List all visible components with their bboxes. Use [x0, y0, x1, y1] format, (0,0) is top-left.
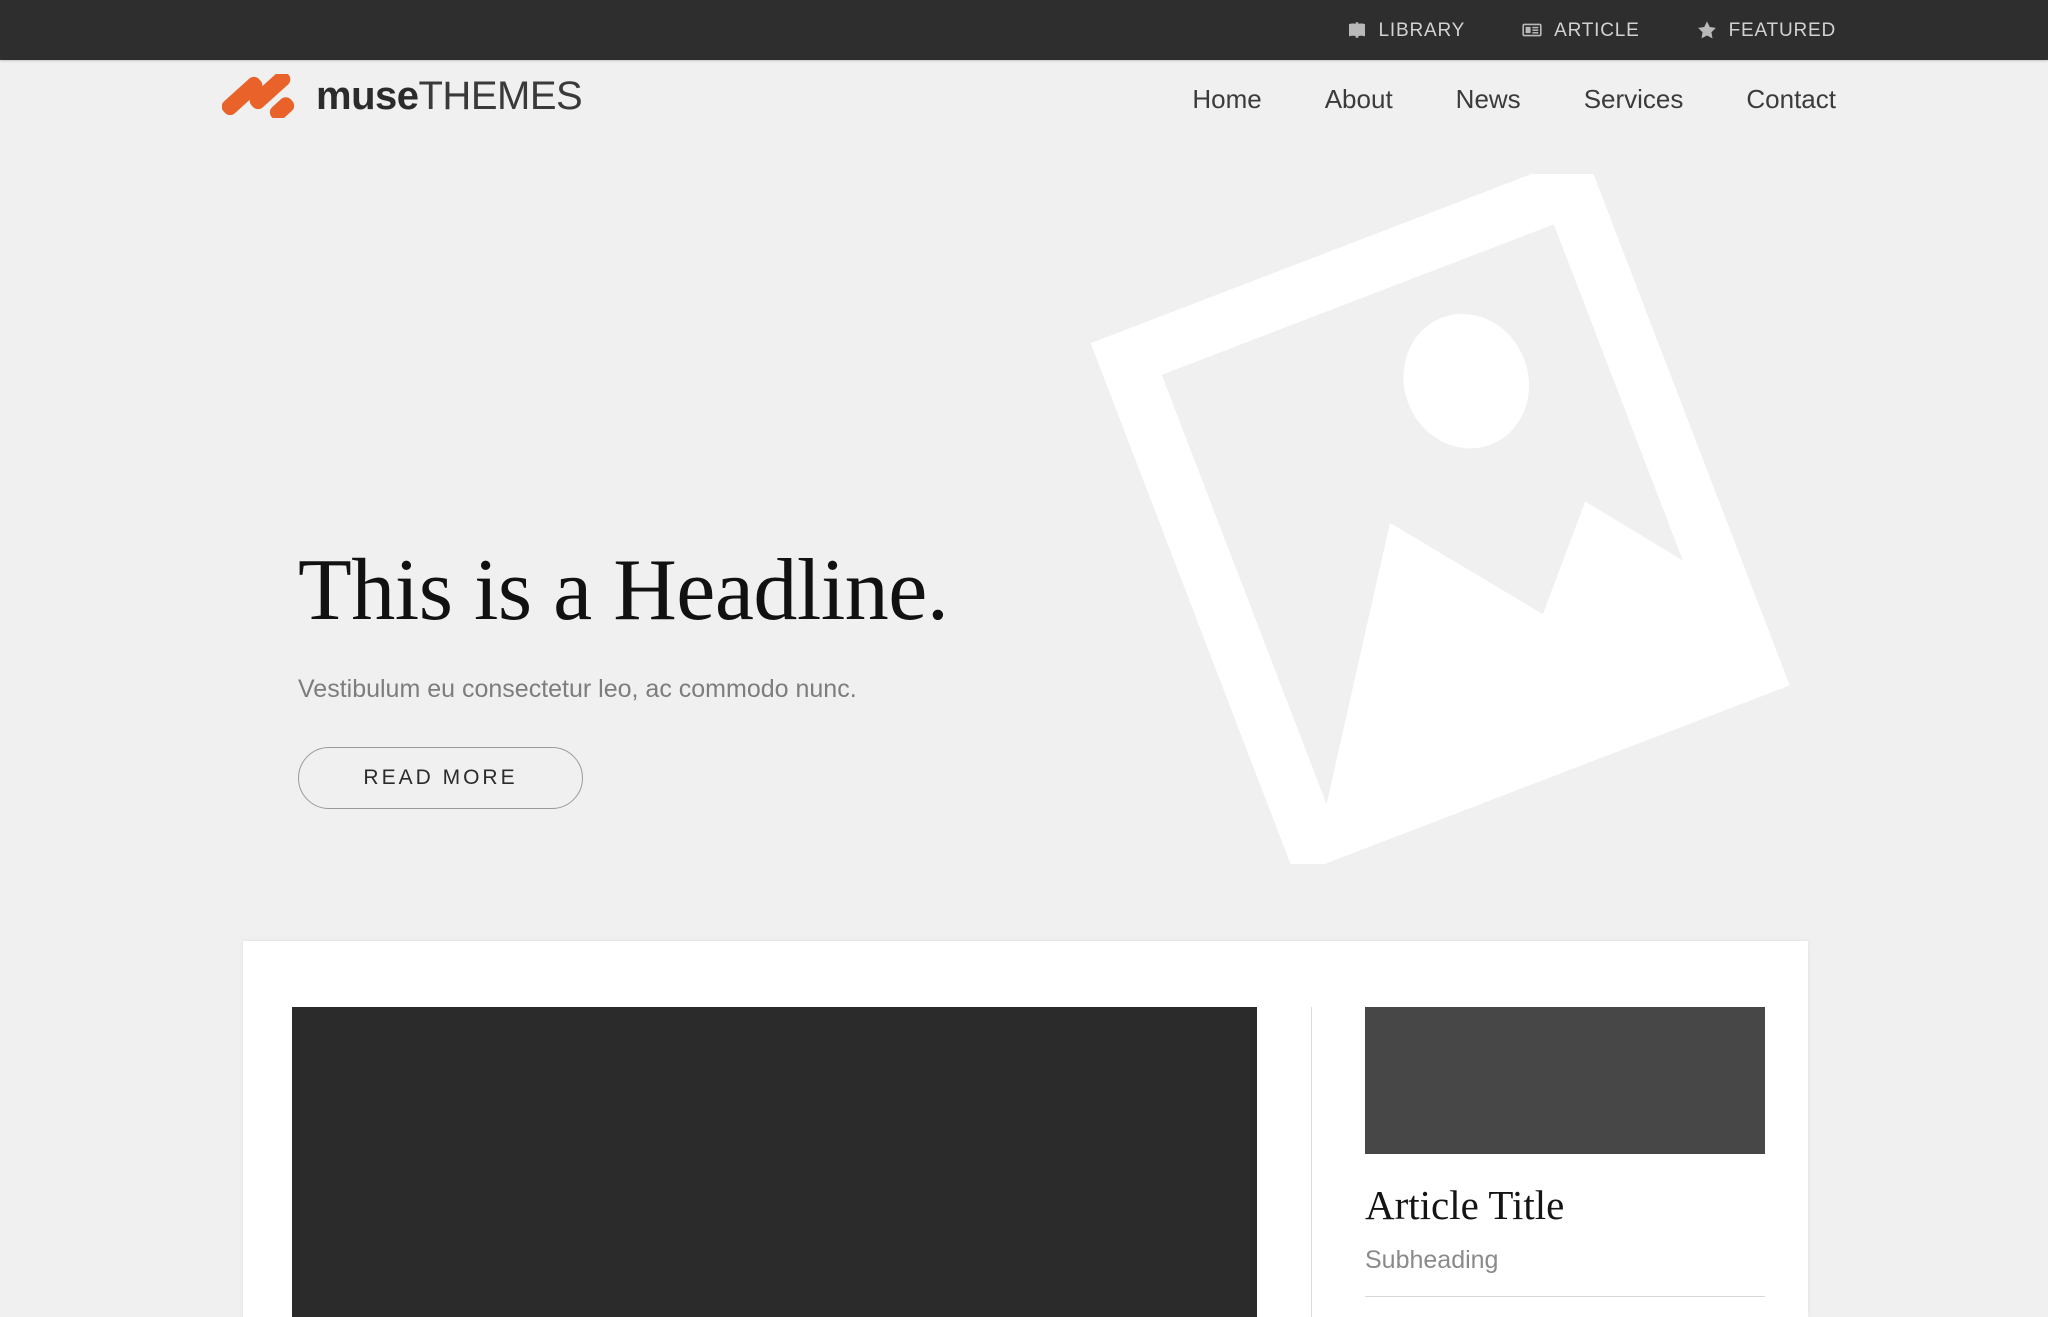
- book-icon: [1346, 19, 1368, 41]
- hero-subtext: Vestibulum eu consectetur leo, ac commod…: [298, 674, 857, 703]
- image-placeholder-icon: [1082, 174, 1802, 864]
- article-thumbnail-placeholder[interactable]: [1365, 1007, 1765, 1154]
- topbar-link-label: ARTICLE: [1554, 19, 1640, 41]
- topbar-link-library[interactable]: LIBRARY: [1346, 19, 1466, 41]
- article-title: Article Title: [1365, 1182, 1565, 1228]
- topbar-link-article[interactable]: ARTICLE: [1521, 19, 1640, 41]
- nav-item-home[interactable]: Home: [1192, 86, 1261, 112]
- hero-content: This is a Headline. Vestibulum eu consec…: [298, 542, 949, 810]
- topbar-link-label: LIBRARY: [1378, 19, 1466, 41]
- read-more-button[interactable]: READ MORE: [298, 747, 583, 810]
- article-column: Article Title Subheading: [1365, 1007, 1765, 1317]
- column-divider: [1311, 1007, 1312, 1317]
- newspaper-icon: [1521, 19, 1543, 41]
- nav-item-contact[interactable]: Contact: [1746, 86, 1836, 112]
- card-columns: Article Title Subheading: [292, 1007, 1765, 1317]
- hero-section: This is a Headline. Vestibulum eu consec…: [0, 60, 2048, 934]
- nav-item-services[interactable]: Services: [1584, 86, 1684, 112]
- feature-media-placeholder[interactable]: [292, 1007, 1257, 1317]
- topbar-link-featured[interactable]: FEATURED: [1696, 19, 1836, 41]
- feature-column: [292, 1007, 1257, 1317]
- page-title: This is a Headline.: [298, 542, 949, 639]
- article-subheading: Subheading: [1365, 1246, 1499, 1274]
- top-utility-bar: LIBRARY ARTICLE FEATURED: [0, 0, 2048, 60]
- logo-word-muse: muse: [316, 74, 419, 118]
- nav-item-news[interactable]: News: [1456, 86, 1521, 112]
- logo-word-themes: THEMES: [418, 74, 583, 118]
- content-card: Article Title Subheading: [243, 941, 1808, 1317]
- site-logo[interactable]: museTHEMES: [222, 74, 583, 118]
- nav-item-about[interactable]: About: [1325, 86, 1393, 112]
- site-header: museTHEMES Home About News Services Cont…: [0, 60, 2048, 145]
- primary-navigation: Home About News Services Contact: [1192, 86, 1836, 112]
- logo-wordmark: museTHEMES: [316, 74, 583, 118]
- topbar-link-label: FEATURED: [1728, 19, 1836, 41]
- muse-chevron-logo-icon: [222, 74, 298, 118]
- article-divider: [1365, 1296, 1765, 1297]
- star-icon: [1696, 19, 1718, 41]
